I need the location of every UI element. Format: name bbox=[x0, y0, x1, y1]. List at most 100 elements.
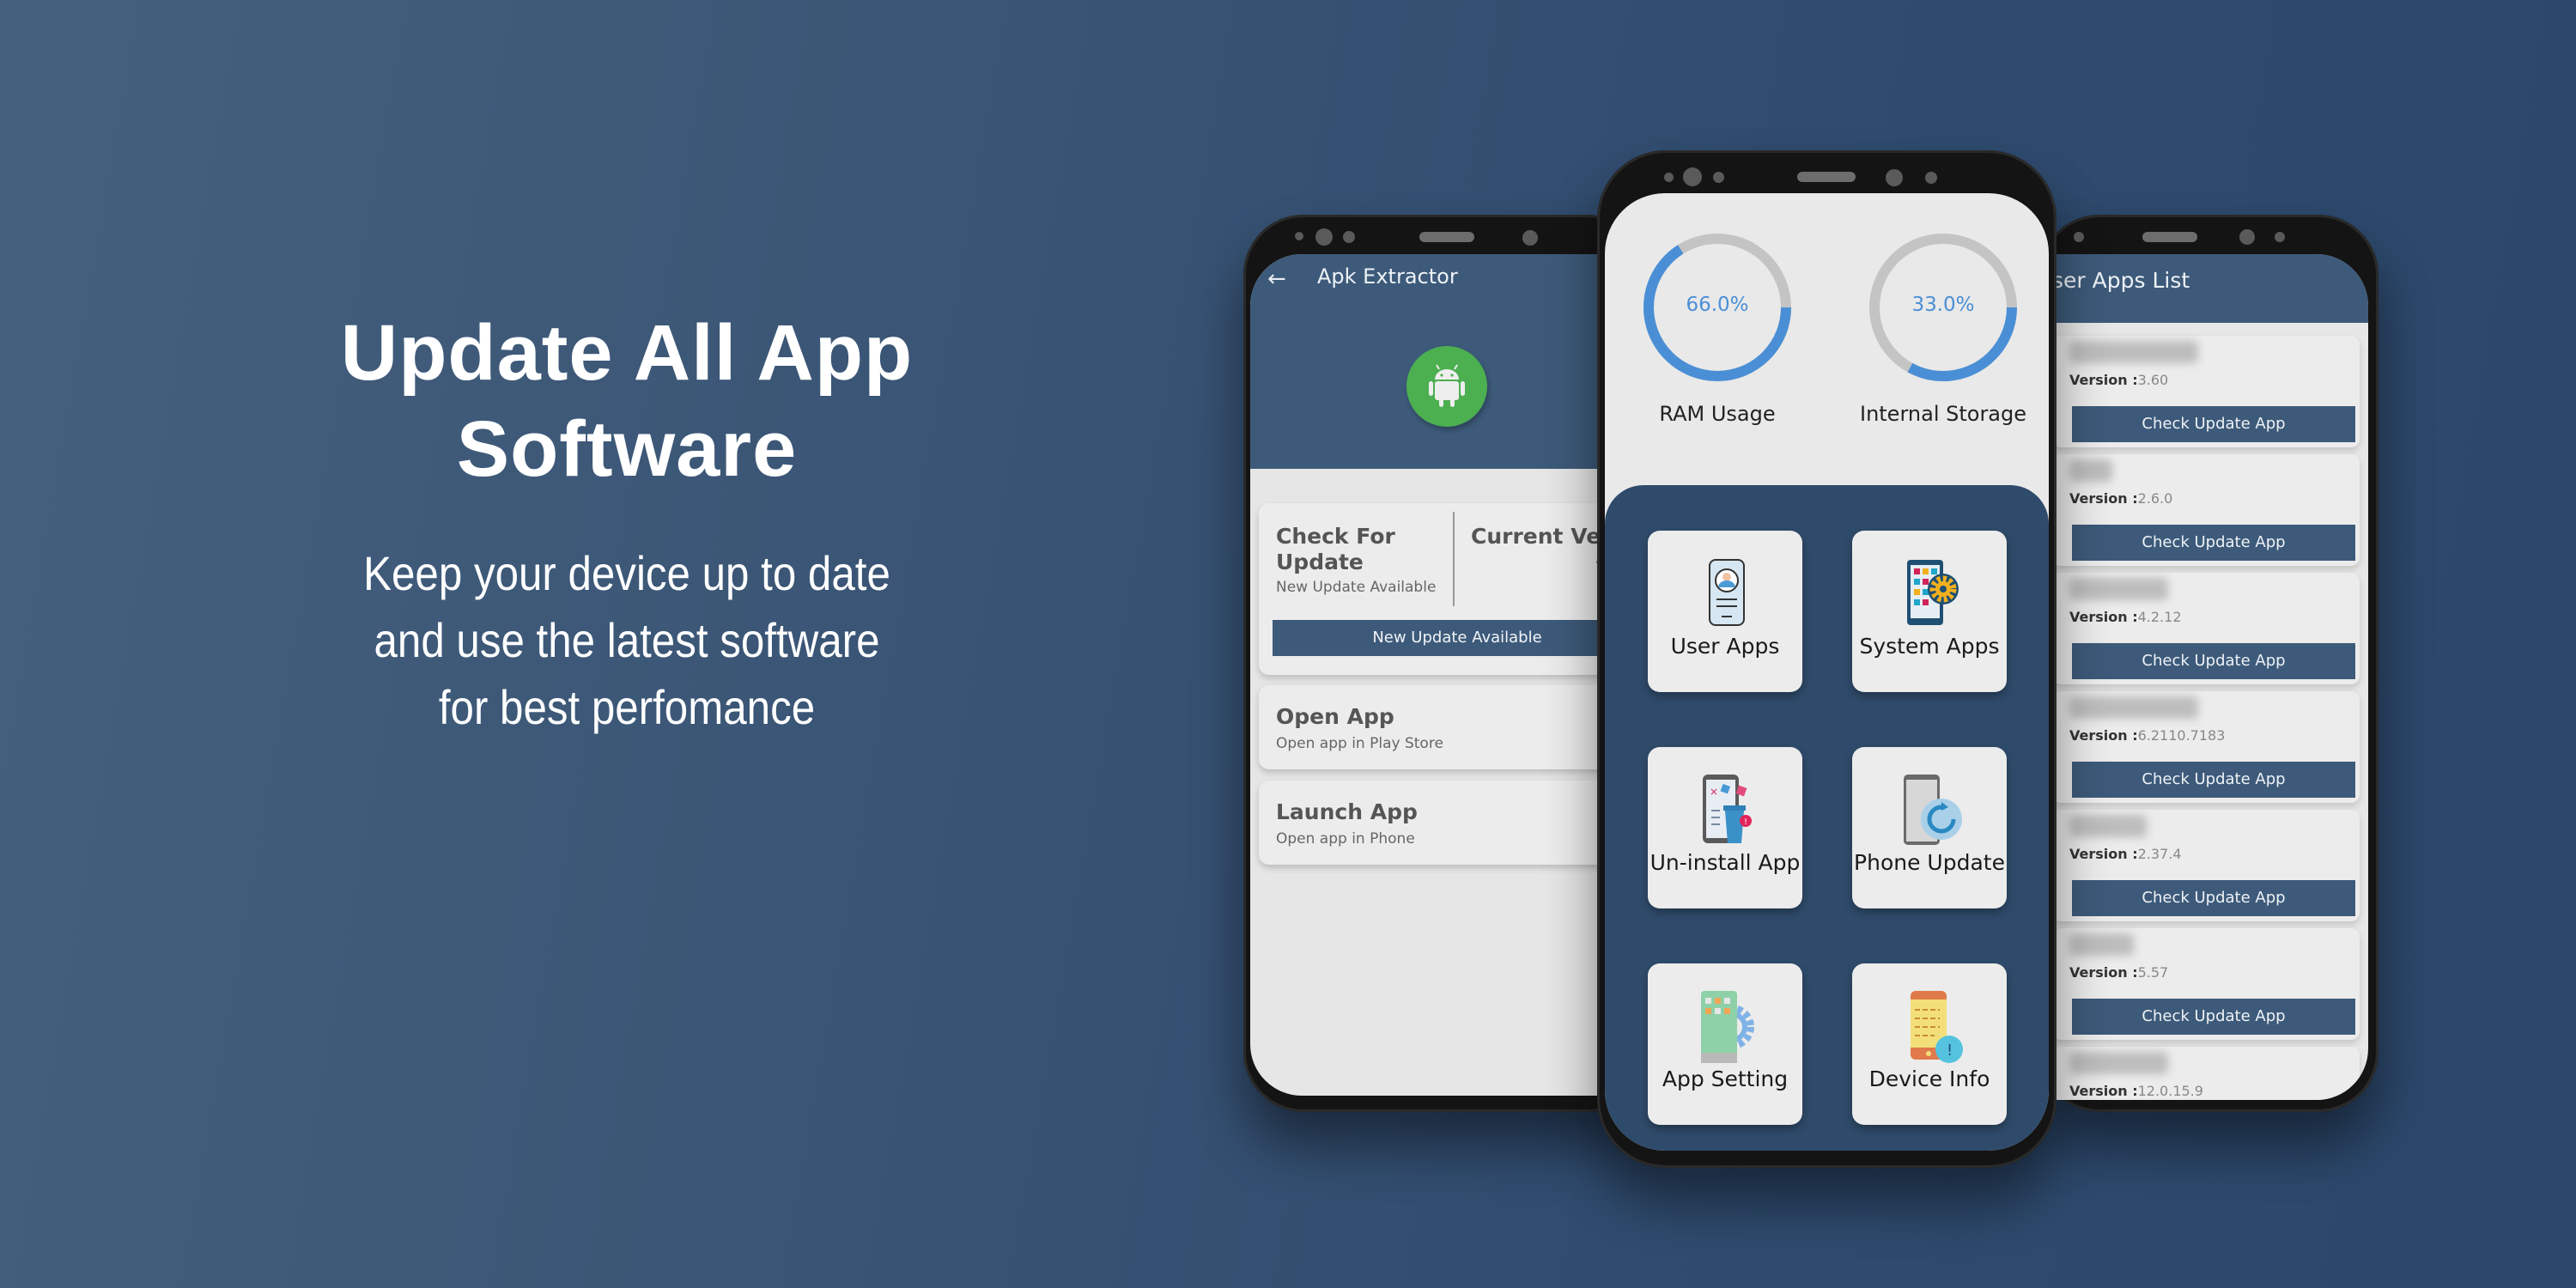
sensor-dot bbox=[1343, 231, 1355, 243]
app-name-blurred bbox=[2069, 815, 2147, 837]
android-icon bbox=[1406, 346, 1487, 427]
version-value: 5.57 bbox=[2137, 964, 2169, 981]
internal-storage-gauge: 33.0% bbox=[1868, 232, 2019, 383]
arrow-left-icon[interactable]: ← bbox=[1267, 266, 1286, 292]
check-update-app-button[interactable]: Check Update App bbox=[2072, 999, 2355, 1035]
sensor-dot bbox=[1295, 232, 1303, 240]
phone-mockup-apk-extractor: ← Apk Extractor Check For Update New Upd… bbox=[1243, 215, 1647, 1112]
uninstall-trash-icon: × ! bbox=[1691, 771, 1759, 847]
divider bbox=[1453, 512, 1455, 606]
tile-label: Device Info bbox=[1868, 1066, 1990, 1091]
earpiece-speaker bbox=[1419, 232, 1474, 242]
apk-extractor-screen: ← Apk Extractor Check For Update New Upd… bbox=[1250, 254, 1619, 1096]
menu-panel: User Apps System Apps × ! Un-install App… bbox=[1605, 485, 2049, 1151]
check-update-app-button[interactable]: Check Update App bbox=[2072, 762, 2355, 798]
sensor-dot bbox=[1664, 173, 1674, 182]
new-update-button[interactable]: New Update Available bbox=[1273, 620, 1619, 656]
app-name-blurred bbox=[2069, 933, 2134, 956]
hero-subtitle-line: for best perfomance bbox=[438, 680, 816, 734]
app-list-item: Version :2.6.0 Check Update App bbox=[2052, 454, 2360, 566]
app-list-item: Version :3.60 Check Update App bbox=[2052, 336, 2360, 447]
earpiece-speaker bbox=[1797, 172, 1856, 182]
svg-text:!: ! bbox=[1744, 817, 1747, 827]
launch-app-subtitle: Open app in Phone bbox=[1276, 830, 1415, 848]
app-name-blurred bbox=[2069, 459, 2112, 482]
check-update-subtitle: New Update Available bbox=[1276, 579, 1437, 596]
tile-label: Un-install App bbox=[1649, 850, 1801, 875]
hero-title-line-1: Update All App bbox=[340, 309, 914, 397]
launch-app-title: Launch App bbox=[1276, 799, 1418, 824]
hero-title: Update All App Software bbox=[197, 305, 1056, 497]
hero-title-line-2: Software bbox=[456, 405, 798, 493]
launch-app-card[interactable]: Launch App Open app in Phone bbox=[1259, 781, 1619, 865]
version-value: 12.0.15.9 bbox=[2137, 1083, 2203, 1099]
open-app-title: Open App bbox=[1276, 704, 1394, 729]
hero-subtitle: Keep your device up to date and use the … bbox=[249, 540, 1005, 741]
check-update-app-button[interactable]: Check Update App bbox=[2072, 880, 2355, 916]
tile-label: System Apps bbox=[1859, 634, 2000, 659]
version-label: Version : bbox=[2069, 490, 2138, 507]
tile-label: User Apps bbox=[1670, 634, 1780, 659]
sensor-dot bbox=[2275, 232, 2285, 242]
app-version: Version :2.6.0 bbox=[2069, 490, 2172, 507]
gauge-value: 66.0% bbox=[1686, 294, 1749, 316]
tile-user-apps[interactable]: User Apps bbox=[1648, 531, 1802, 692]
tile-uninstall-app[interactable]: × ! Un-install App bbox=[1648, 747, 1802, 908]
svg-text:×: × bbox=[1710, 786, 1718, 798]
version-label: Version : bbox=[2069, 727, 2138, 744]
header-title: ser Apps List bbox=[2052, 268, 2190, 293]
app-settings-gear-icon bbox=[1691, 987, 1759, 1063]
earpiece-speaker bbox=[2142, 232, 2197, 242]
user-apps-list-screen: ser Apps List Version :3.60 Check Update … bbox=[2052, 254, 2368, 1100]
header-title: Apk Extractor bbox=[1317, 264, 1458, 289]
app-version: Version :12.0.15.9 bbox=[2069, 1083, 2203, 1099]
tile-phone-update[interactable]: Phone Update bbox=[1852, 747, 2007, 908]
version-value: 6.2110.7183 bbox=[2137, 727, 2226, 744]
app-list-item: Version :2.37.4 Check Update App bbox=[2052, 810, 2360, 921]
app-name-blurred bbox=[2069, 1052, 2168, 1074]
hero-subtitle-line: and use the latest software bbox=[374, 613, 880, 667]
app-list-item: Version :12.0.15.9 bbox=[2052, 1047, 2360, 1100]
app-name-blurred bbox=[2069, 696, 2198, 719]
app-name-blurred bbox=[2069, 341, 2198, 363]
tile-label: Phone Update bbox=[1854, 850, 2005, 875]
phone-mockup-user-apps-list: ser Apps List Version :3.60 Check Update … bbox=[2039, 215, 2379, 1112]
app-header: ← Apk Extractor bbox=[1250, 254, 1619, 469]
version-value: 3.60 bbox=[2137, 372, 2169, 388]
svg-text:!: ! bbox=[1947, 1042, 1953, 1060]
app-name-blurred bbox=[2069, 578, 2168, 600]
sensor-dot bbox=[1886, 169, 1903, 186]
sensor-dot bbox=[1713, 172, 1724, 183]
gauge-label: Internal Storage bbox=[1859, 402, 2027, 426]
app-version: Version :3.60 bbox=[2069, 372, 2168, 388]
version-label: Version : bbox=[2069, 372, 2138, 388]
tile-app-setting[interactable]: App Setting bbox=[1648, 963, 1802, 1125]
check-update-app-button[interactable]: Check Update App bbox=[2072, 406, 2355, 442]
app-list-item: Version :4.2.12 Check Update App bbox=[2052, 573, 2360, 684]
tile-label: App Setting bbox=[1662, 1066, 1789, 1091]
app-header: ser Apps List bbox=[2052, 254, 2368, 323]
app-version: Version :6.2110.7183 bbox=[2069, 727, 2225, 744]
check-update-app-button[interactable]: Check Update App bbox=[2072, 525, 2355, 561]
version-label: Version : bbox=[2069, 609, 2138, 625]
sensor-dot bbox=[1925, 172, 1937, 184]
open-app-subtitle: Open app in Play Store bbox=[1276, 735, 1443, 752]
version-label: Version : bbox=[2069, 846, 2138, 862]
user-profile-phone-icon bbox=[1691, 555, 1759, 630]
app-version: Version :5.57 bbox=[2069, 964, 2168, 981]
app-version: Version :2.37.4 bbox=[2069, 846, 2182, 862]
phone-refresh-icon bbox=[1895, 771, 1964, 847]
version-value: 2.37.4 bbox=[2137, 846, 2182, 862]
update-card: Check For Update New Update Available Cu… bbox=[1259, 503, 1619, 675]
open-app-card[interactable]: Open App Open app in Play Store bbox=[1259, 685, 1619, 769]
tile-device-info[interactable]: ! Device Info bbox=[1852, 963, 2007, 1125]
front-camera-icon bbox=[2239, 229, 2255, 245]
front-camera-icon bbox=[1683, 167, 1702, 186]
gauge-value: 33.0% bbox=[1911, 294, 1975, 316]
check-update-app-button[interactable]: Check Update App bbox=[2072, 643, 2355, 679]
tile-system-apps[interactable]: System Apps bbox=[1852, 531, 2007, 692]
version-label: Version : bbox=[2069, 1083, 2138, 1099]
front-camera-icon bbox=[1315, 228, 1333, 246]
sensor-dot bbox=[2074, 232, 2084, 242]
device-info-icon: ! bbox=[1895, 987, 1964, 1063]
